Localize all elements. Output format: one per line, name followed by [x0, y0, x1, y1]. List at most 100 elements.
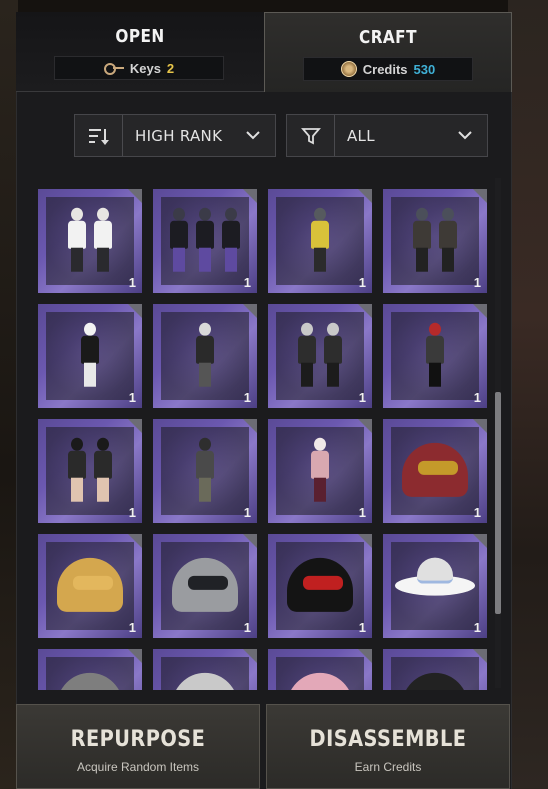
item-tile[interactable]: 1	[153, 649, 257, 690]
tile-corner-icon	[128, 649, 142, 663]
scrollbar-thumb[interactable]	[495, 392, 501, 614]
rabbit-mask-outfit-icon	[307, 437, 333, 502]
shark-mascot-outfit-icon	[307, 207, 333, 272]
sort-value: HIGH RANK	[135, 126, 223, 145]
item-tile[interactable]: 1	[383, 189, 487, 293]
tab-craft-label: CRAFT	[359, 27, 417, 48]
scrollbar-track[interactable]	[495, 178, 501, 688]
item-tile[interactable]: 1	[383, 304, 487, 408]
credits-label: Credits	[362, 61, 408, 77]
keys-balance: Keys 2	[54, 56, 224, 80]
keys-value: 2	[166, 60, 175, 76]
item-tile[interactable]: 1	[153, 189, 257, 293]
tab-open[interactable]: OPEN Keys 2	[16, 12, 264, 92]
item-tile[interactable]: 1	[38, 534, 142, 638]
item-count: 1	[243, 505, 251, 520]
item-tile[interactable]: 1	[383, 649, 487, 690]
tab-open-label: OPEN	[115, 26, 165, 47]
item-count: 1	[128, 505, 136, 520]
tactical-suit-duo-outfit-icon	[294, 322, 346, 387]
chevron-down-icon	[453, 115, 477, 156]
keys-label: Keys	[129, 60, 161, 76]
panda-mask-squad-outfit-icon	[166, 207, 244, 272]
item-tile[interactable]: 1	[153, 534, 257, 638]
filter-value: ALL	[347, 126, 375, 145]
tile-corner-icon	[473, 419, 487, 433]
pink-boots-icon	[287, 672, 353, 690]
item-count: 1	[128, 390, 136, 405]
disassemble-subtitle: Earn Credits	[354, 760, 422, 774]
background-right	[508, 0, 548, 789]
tile-corner-icon	[358, 304, 372, 318]
chevron-down-icon	[241, 115, 265, 156]
gray-bear-hat-icon	[57, 672, 123, 690]
item-tile[interactable]: 1	[38, 189, 142, 293]
item-count: 1	[243, 620, 251, 635]
tile-corner-icon	[243, 534, 257, 548]
red-mask-outfit-icon	[422, 322, 448, 387]
item-tile[interactable]: 1	[153, 419, 257, 523]
tile-corner-icon	[473, 189, 487, 203]
item-count: 1	[473, 505, 481, 520]
item-count: 1	[473, 390, 481, 405]
tile-corner-icon	[243, 304, 257, 318]
item-count: 1	[473, 620, 481, 635]
shiba-helmet-icon	[57, 557, 123, 612]
tile-corner-icon	[128, 304, 142, 318]
item-tile[interactable]: 1	[268, 419, 372, 523]
item-tile[interactable]: 1	[153, 304, 257, 408]
tile-corner-icon	[243, 189, 257, 203]
tab-bar: OPEN Keys 2 CRAFT Credits 530	[16, 12, 512, 92]
soldier-city-outfit-icon	[192, 437, 218, 502]
funnel-icon	[287, 115, 335, 156]
hooded-streetwear-outfit-icon	[192, 322, 218, 387]
item-tile[interactable]: 1	[383, 419, 487, 523]
tile-corner-icon	[243, 419, 257, 433]
item-count: 1	[243, 275, 251, 290]
cow-print-outfit-icon	[77, 322, 103, 387]
red-helmet-gold-visor-icon	[402, 442, 468, 497]
item-count: 1	[473, 275, 481, 290]
disassemble-button[interactable]: DISASSEMBLE Earn Credits	[266, 704, 510, 789]
tile-corner-icon	[473, 534, 487, 548]
coin-icon	[340, 61, 357, 77]
item-count: 1	[358, 505, 366, 520]
tile-corner-icon	[358, 419, 372, 433]
item-tile[interactable]: 1	[268, 649, 372, 690]
repurpose-subtitle: Acquire Random Items	[76, 760, 200, 774]
item-count: 1	[128, 620, 136, 635]
dark-eye-mask-icon	[402, 672, 468, 690]
tile-corner-icon	[473, 649, 487, 663]
tile-corner-icon	[243, 649, 257, 663]
tab-craft[interactable]: CRAFT Credits 530	[264, 12, 512, 92]
item-tile[interactable]: 1	[38, 419, 142, 523]
sort-dropdown[interactable]: HIGH RANK	[74, 114, 276, 157]
tile-corner-icon	[128, 419, 142, 433]
masked-duo-outfit-icon	[409, 207, 461, 272]
sort-icon	[75, 115, 123, 156]
item-grid: 11111111111111111111	[38, 178, 490, 690]
tile-corner-icon	[358, 534, 372, 548]
item-tile[interactable]: 1	[38, 649, 142, 690]
item-tile[interactable]: 1	[268, 304, 372, 408]
polka-dot-helmet-icon	[287, 557, 353, 612]
item-tile[interactable]: 1	[383, 534, 487, 638]
key-icon	[103, 61, 124, 75]
item-tile[interactable]: 1	[268, 534, 372, 638]
repurpose-button[interactable]: REPURPOSE Acquire Random Items	[16, 704, 260, 789]
filter-dropdown[interactable]: ALL	[286, 114, 488, 157]
item-count: 1	[358, 620, 366, 635]
item-tile[interactable]: 1	[268, 189, 372, 293]
tile-corner-icon	[128, 189, 142, 203]
credits-balance: Credits 530	[303, 57, 473, 81]
item-tile[interactable]: 1	[38, 304, 142, 408]
disassemble-title: DISASSEMBLE	[309, 727, 467, 752]
chrome-full-face-helmet-icon	[172, 557, 238, 612]
repurpose-title: REPURPOSE	[70, 727, 206, 752]
tile-corner-icon	[473, 304, 487, 318]
bunny-duo-outfit-icon	[64, 437, 116, 502]
white-sun-hat-icon	[395, 557, 475, 596]
tile-corner-icon	[358, 189, 372, 203]
item-count: 1	[358, 275, 366, 290]
tile-corner-icon	[358, 649, 372, 663]
